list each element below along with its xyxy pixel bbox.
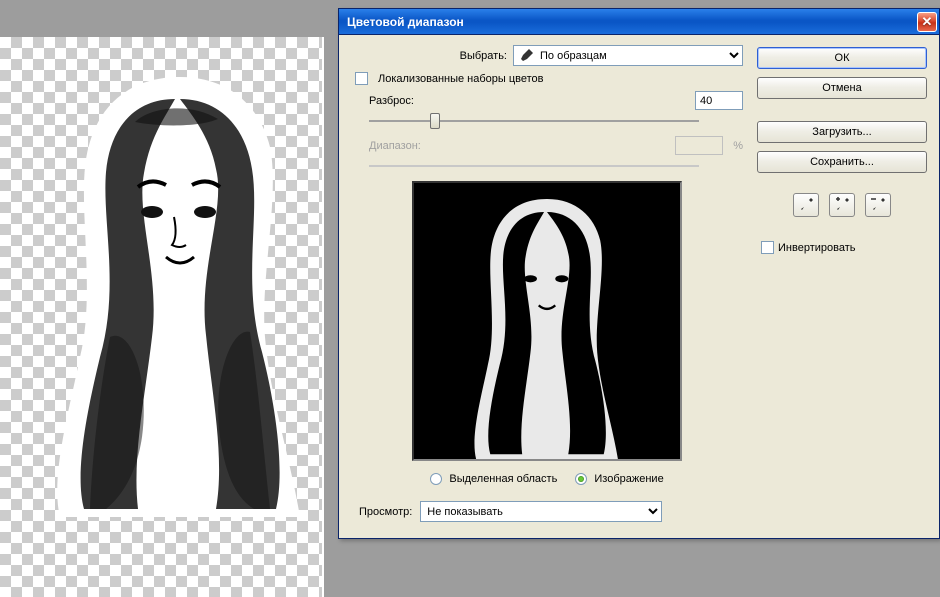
cancel-button[interactable]: Отмена — [757, 77, 927, 99]
eyedropper-add-tool[interactable] — [829, 193, 855, 217]
eyedropper-tool[interactable] — [793, 193, 819, 217]
color-range-dialog: Цветовой диапазон ✕ Выбрать: По образцам — [338, 8, 940, 539]
preview-combo[interactable]: Не показывать — [420, 501, 662, 522]
fuzziness-input[interactable] — [695, 91, 743, 110]
save-button[interactable]: Сохранить... — [757, 151, 927, 173]
range-slider-disabled — [369, 165, 699, 167]
close-icon: ✕ — [922, 14, 933, 30]
eyedropper-icon — [519, 49, 533, 63]
document-canvas — [0, 37, 324, 597]
radio-icon-checked — [575, 473, 587, 485]
localized-checkbox[interactable] — [355, 72, 368, 85]
invert-checkbox[interactable] — [761, 241, 774, 254]
invert-label: Инвертировать — [778, 242, 855, 254]
eyedropper-icon — [798, 197, 814, 213]
eyedropper-subtract-tool[interactable] — [865, 193, 891, 217]
fuzziness-label: Разброс: — [369, 95, 449, 107]
radio-icon — [430, 473, 442, 485]
load-button[interactable]: Загрузить... — [757, 121, 927, 143]
select-label: Выбрать: — [460, 50, 507, 62]
close-button[interactable]: ✕ — [917, 12, 937, 32]
range-unit: % — [733, 140, 743, 152]
range-label: Диапазон: — [369, 140, 449, 152]
eyedropper-minus-icon — [870, 197, 886, 213]
ok-button[interactable]: ОК — [757, 47, 927, 69]
selection-preview[interactable] — [412, 181, 682, 461]
fuzziness-slider[interactable] — [369, 120, 699, 122]
select-combo[interactable]: По образцам — [513, 45, 743, 66]
localized-label: Локализованные наборы цветов — [378, 73, 544, 85]
canvas-image — [40, 77, 320, 517]
slider-thumb[interactable] — [430, 113, 440, 129]
preview-label: Просмотр: — [359, 506, 412, 518]
radio-selection[interactable]: Выделенная область — [430, 473, 557, 485]
eyedropper-plus-icon — [834, 197, 850, 213]
radio-image[interactable]: Изображение — [575, 473, 663, 485]
dialog-title: Цветовой диапазон — [347, 15, 917, 29]
titlebar[interactable]: Цветовой диапазон ✕ — [339, 9, 939, 35]
range-input — [675, 136, 723, 155]
